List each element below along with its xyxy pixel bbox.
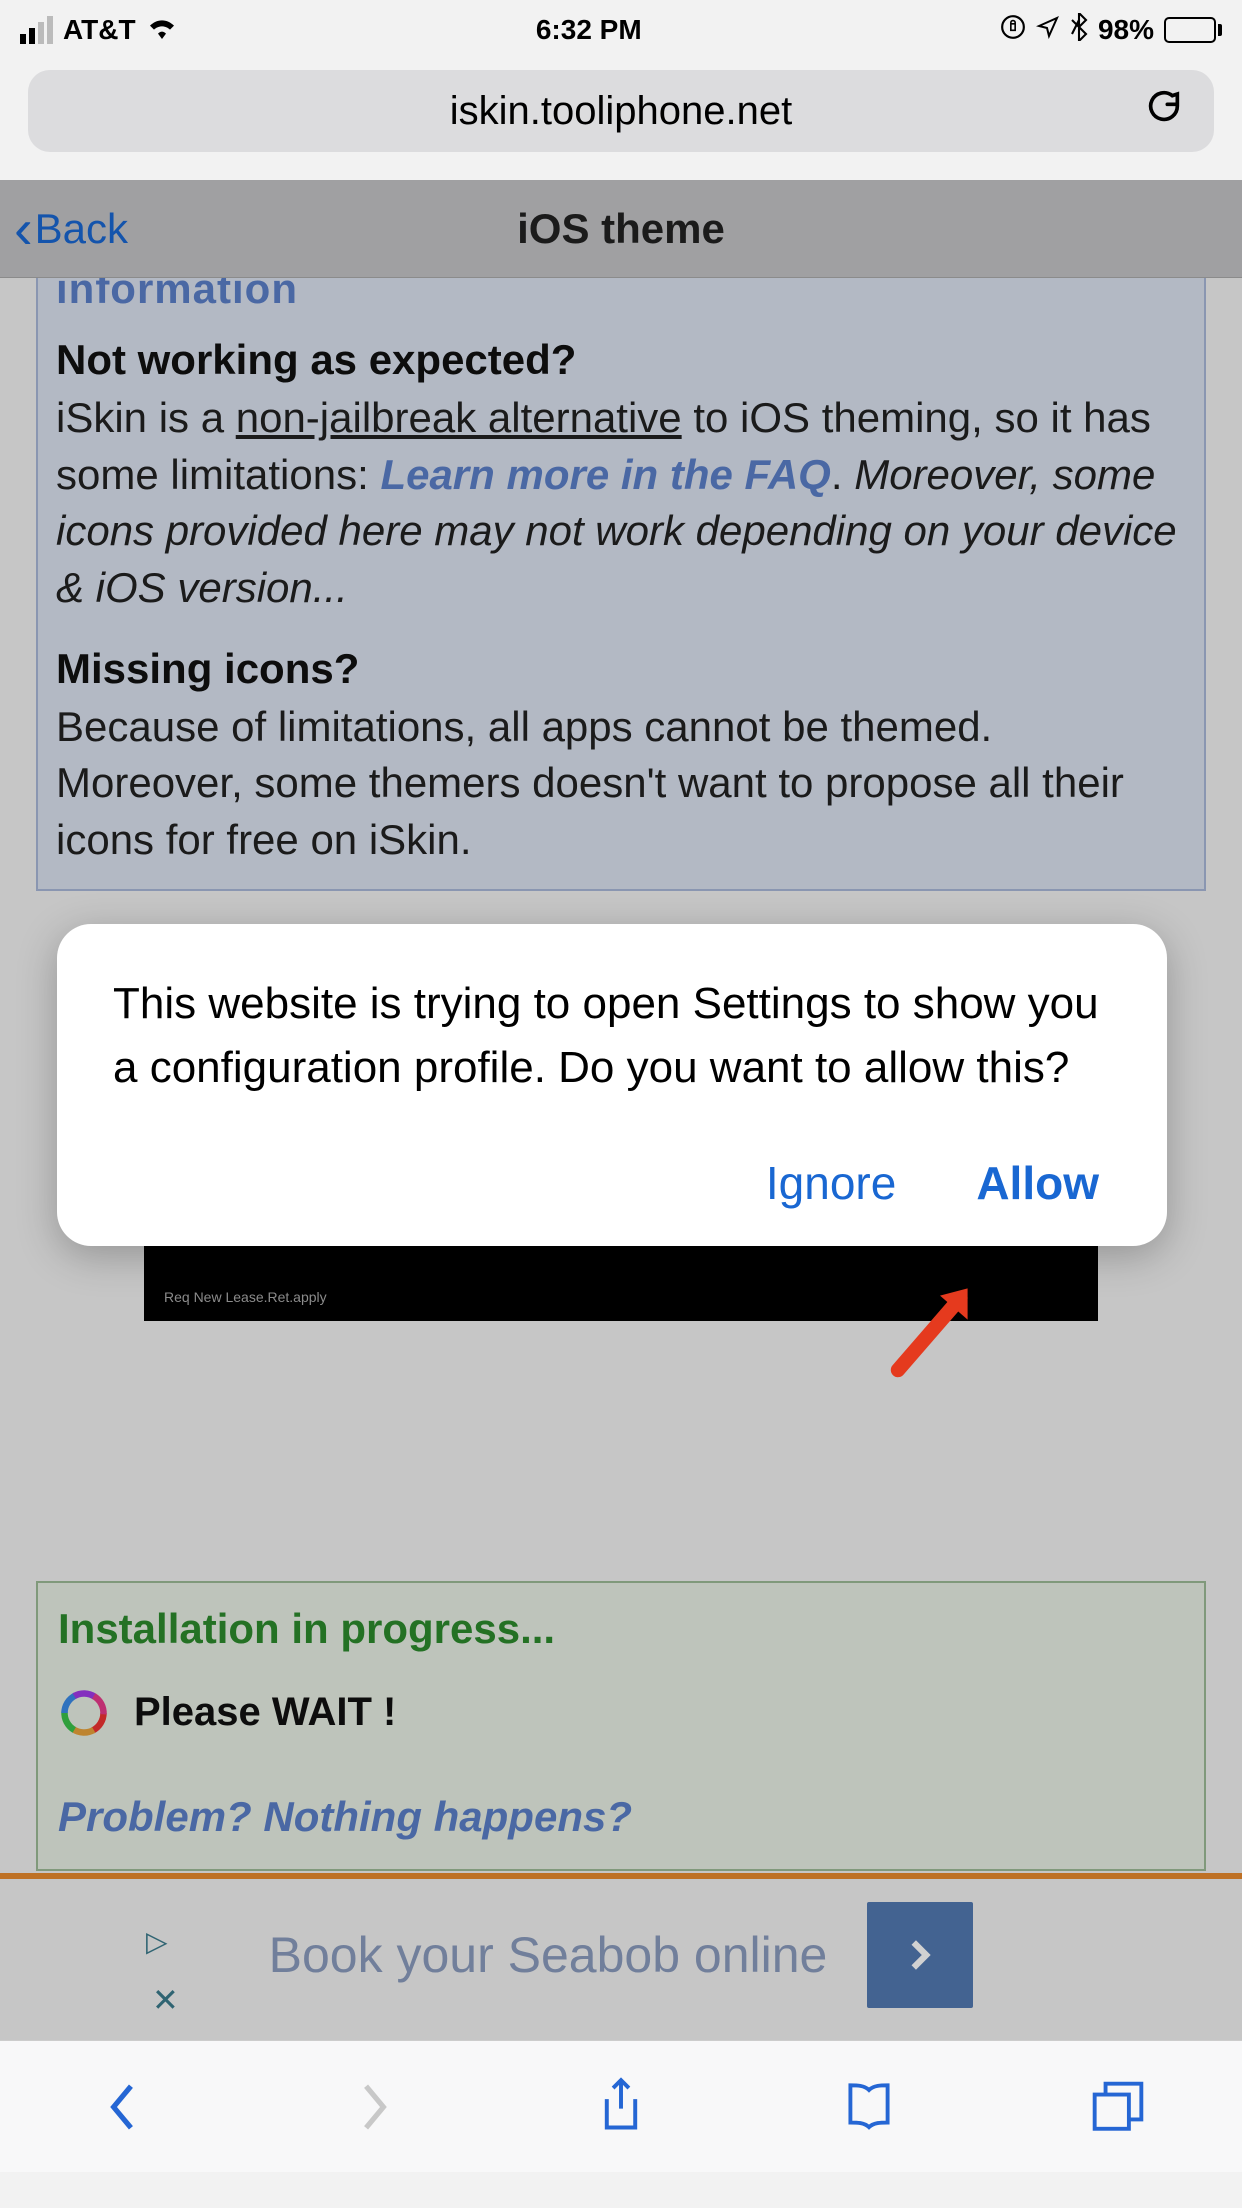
toolbar-back-button[interactable] [84,2067,164,2147]
info-box: Information Not working as expected? iSk… [36,276,1206,891]
signal-bars-icon [20,16,53,44]
back-button[interactable]: ‹ Back [0,201,128,257]
bluetooth-icon [1070,13,1088,48]
dialog-message: This website is trying to open Settings … [113,972,1111,1100]
ad-info-icon[interactable]: ▷ [146,1925,168,1958]
q1-title: Not working as expected? [56,336,1186,384]
location-icon [1036,14,1060,46]
q1-underlined: non-jailbreak alternative [236,394,682,441]
install-title: Installation in progress... [58,1605,1184,1653]
spinner-icon [58,1687,110,1739]
q1-body: iSkin is a non-jailbreak alternative to … [56,390,1186,617]
bottom-ad-text: Book your Seabob online [269,1926,828,1984]
bottom-ad[interactable]: ▷ ✕ Book your Seabob online [0,1879,1242,2031]
toolbar-forward-button [333,2067,413,2147]
reload-icon[interactable] [1144,86,1184,136]
ad-fineprint: Req New Lease.Ret.apply [164,1289,327,1305]
dialog-actions: Ignore Allow [113,1156,1111,1210]
back-label: Back [35,205,128,253]
q2-body: Because of limitations, all apps cannot … [56,699,1186,869]
carrier-label: AT&T [63,14,136,46]
safari-toolbar [0,2040,1242,2172]
page-title: iOS theme [0,205,1242,253]
wifi-icon [146,14,178,46]
ad-arrow-button[interactable] [867,1902,973,2008]
ignore-button[interactable]: Ignore [766,1156,896,1210]
problem-link[interactable]: Problem? Nothing happens? [58,1793,1184,1841]
q2-title: Missing icons? [56,645,1186,693]
orientation-lock-icon [1000,14,1026,47]
tabs-icon[interactable] [1078,2067,1158,2147]
chevron-left-icon: ‹ [14,201,33,257]
clock-label: 6:32 PM [536,14,642,46]
wait-text: Please WAIT ! [134,1690,396,1735]
content-area: Information Not working as expected? iSk… [0,276,1242,891]
wait-row: Please WAIT ! [58,1687,1184,1739]
address-area: iskin.tooliphone.net [0,60,1242,180]
page-nav: ‹ Back iOS theme [0,180,1242,278]
bookmarks-icon[interactable] [829,2067,909,2147]
faq-link[interactable]: Learn more in the FAQ [380,451,830,498]
status-right: 98% [1000,13,1222,48]
status-left: AT&T [20,14,178,46]
battery-icon [1164,17,1222,43]
url-label: iskin.tooliphone.net [450,89,792,134]
q1-pre: iSkin is a [56,394,236,441]
q1-dot: . [831,451,843,498]
address-bar[interactable]: iskin.tooliphone.net [28,70,1214,152]
battery-pct-label: 98% [1098,14,1154,46]
ad-close-icon[interactable]: ✕ [152,1981,179,2019]
share-icon[interactable] [581,2067,661,2147]
install-box: Installation in progress... Please WAIT … [36,1581,1206,1871]
permission-dialog: This website is trying to open Settings … [57,924,1167,1246]
allow-button[interactable]: Allow [976,1156,1099,1210]
status-bar: AT&T 6:32 PM 98% [0,0,1242,60]
